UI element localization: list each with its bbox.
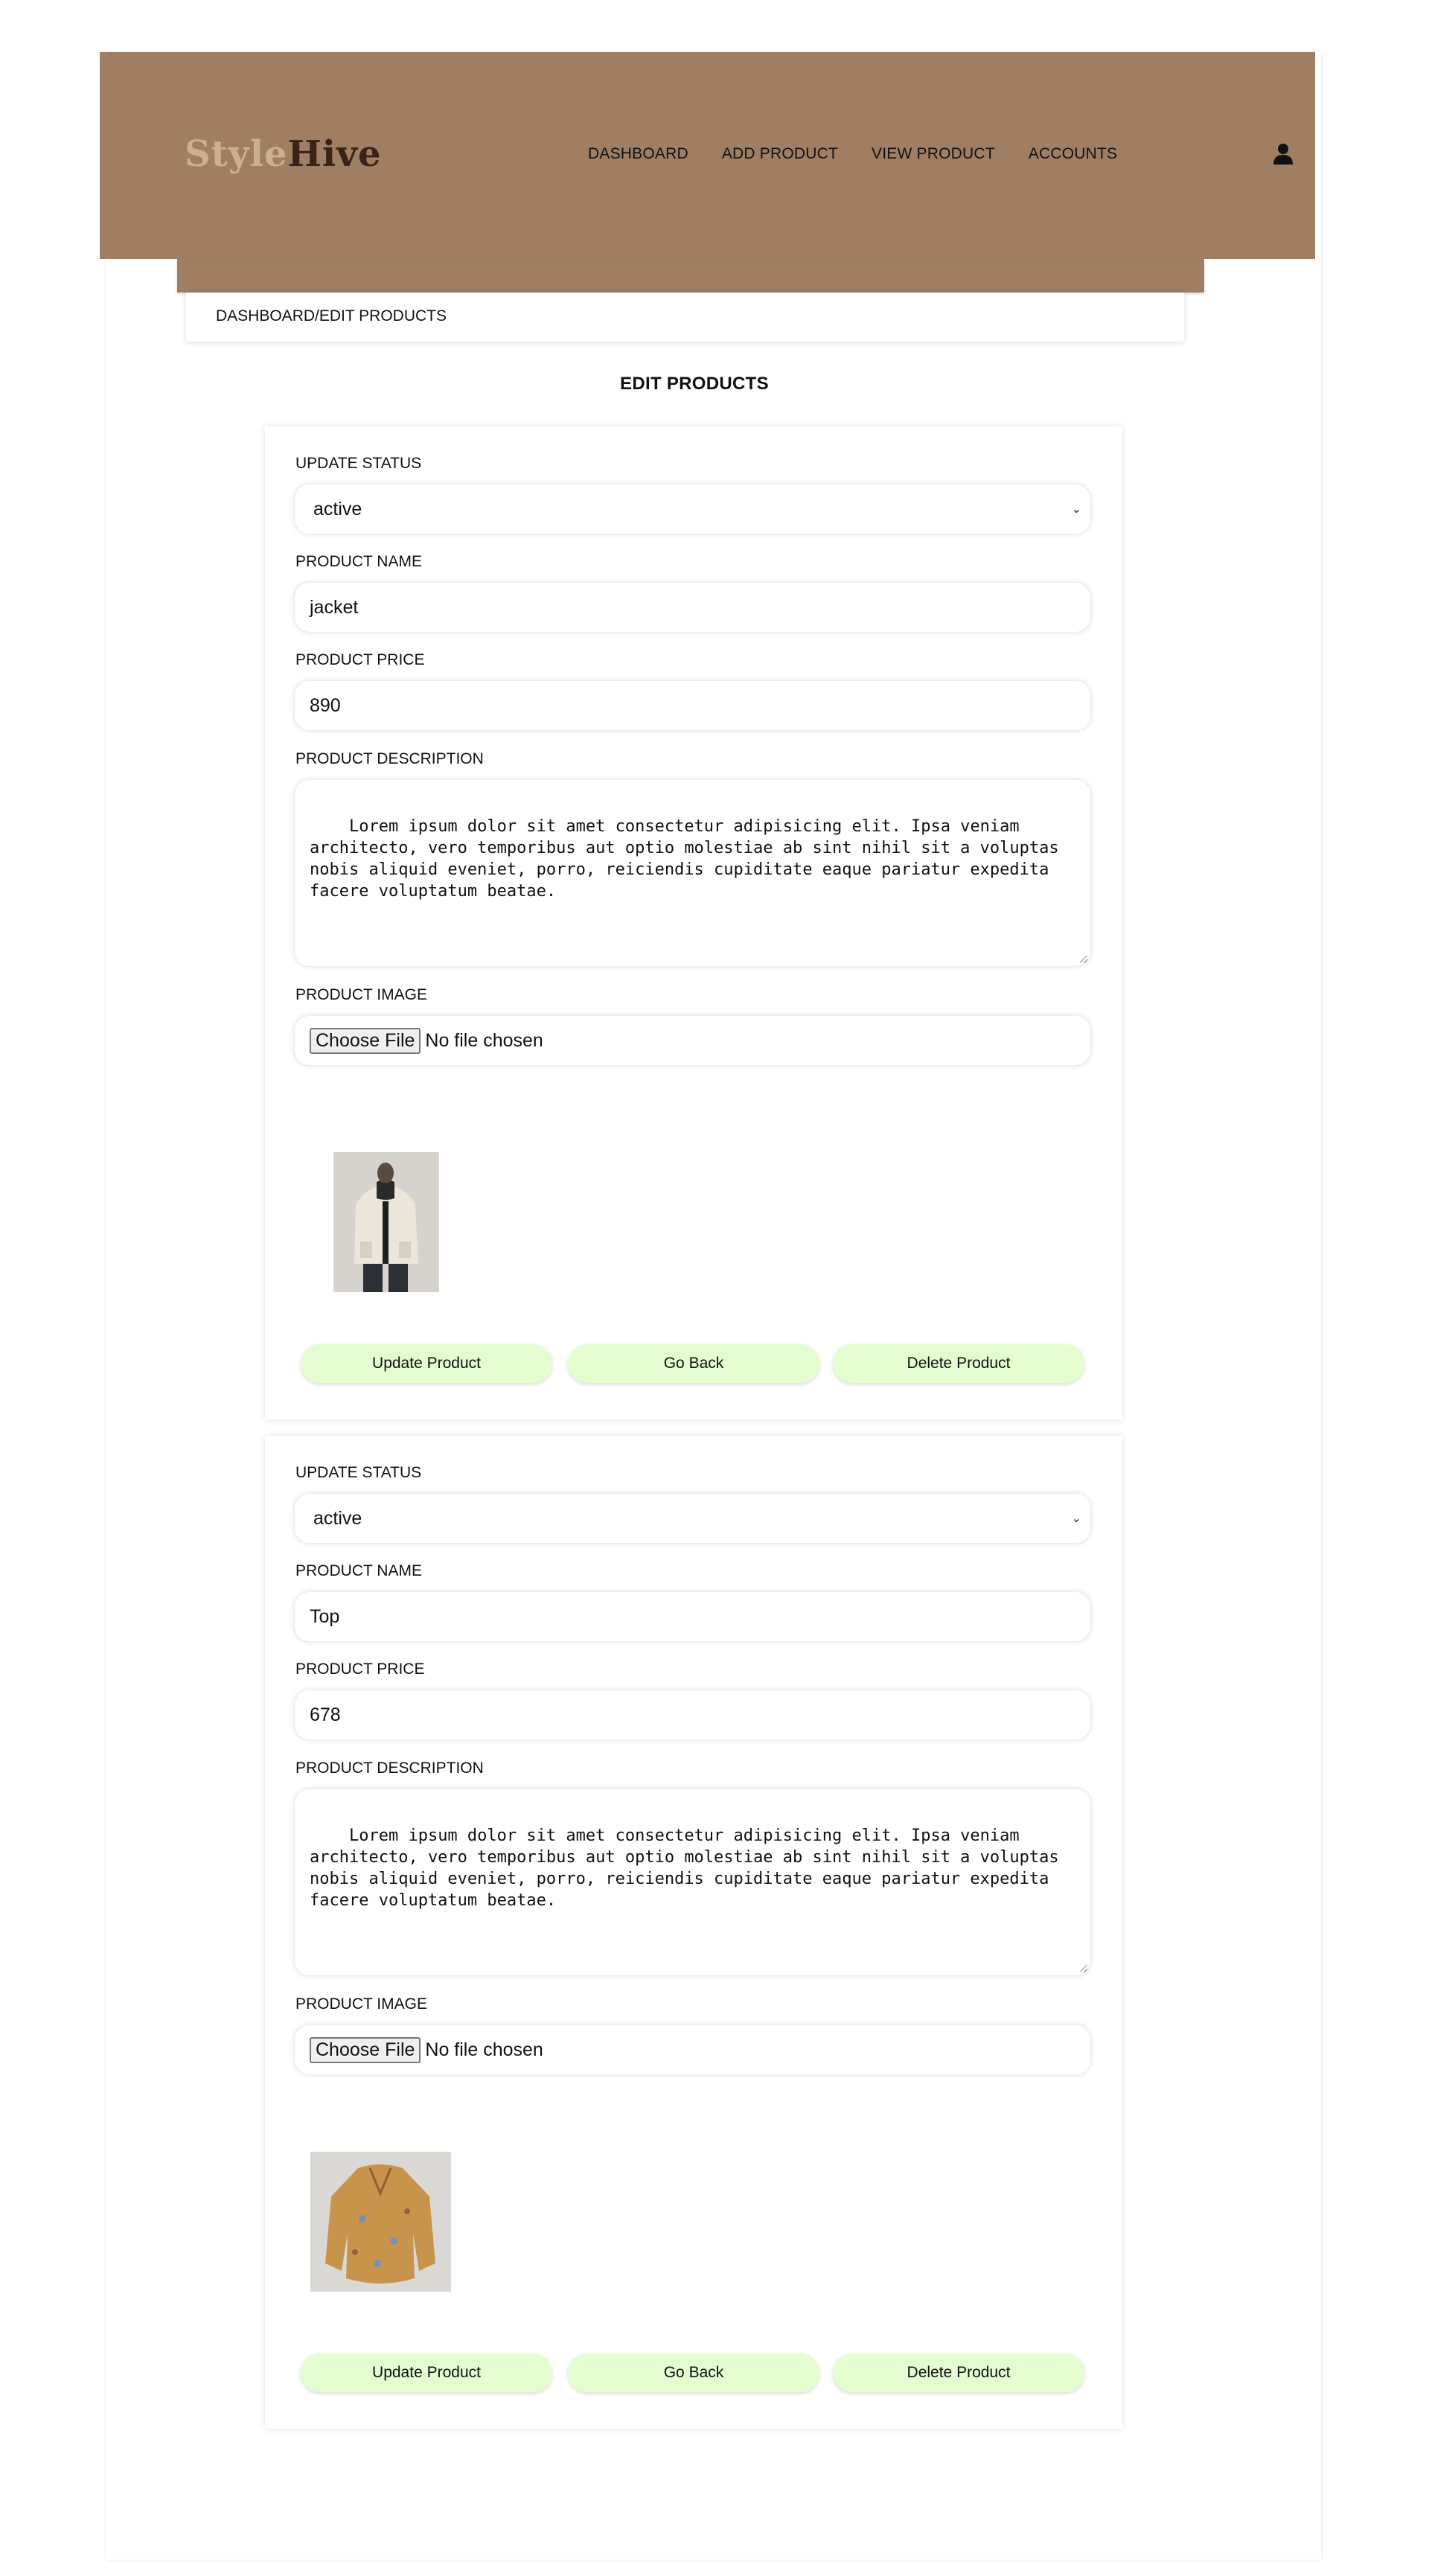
status-value: active bbox=[313, 498, 362, 520]
delete-product-button[interactable]: Delete Product bbox=[833, 2353, 1084, 2392]
page-title: EDIT PRODUCTS bbox=[620, 374, 769, 394]
name-label: PRODUCT NAME bbox=[295, 1562, 422, 1579]
nav-item-add-product[interactable]: ADD PRODUCT bbox=[722, 145, 838, 163]
delete-product-button[interactable]: Delete Product bbox=[833, 1344, 1084, 1383]
top-header: StyleHive DASHBOARD ADD PRODUCT VIEW PRO… bbox=[100, 52, 1315, 259]
chevron-down-icon: ⌄ bbox=[1071, 503, 1081, 516]
product-name-input[interactable]: Top bbox=[295, 1592, 1090, 1641]
breadcrumb: DASHBOARD/EDIT PRODUCTS bbox=[186, 293, 1184, 342]
product-image-top bbox=[310, 2152, 451, 2292]
product-image-jacket bbox=[333, 1152, 439, 1292]
update-product-button[interactable]: Update Product bbox=[301, 2353, 552, 2392]
nav-item-accounts[interactable]: ACCOUNTS bbox=[1029, 145, 1117, 163]
resize-handle[interactable] bbox=[1080, 956, 1087, 963]
choose-file-button[interactable]: Choose File bbox=[310, 2036, 421, 2063]
description-label: PRODUCT DESCRIPTION bbox=[295, 1760, 484, 1777]
product-image-file-input[interactable]: Choose File No file chosen bbox=[295, 2025, 1090, 2074]
logo[interactable]: StyleHive bbox=[185, 133, 382, 175]
logo-part-hive: Hive bbox=[287, 133, 382, 175]
description-text: Lorem ipsum dolor sit amet consectetur a… bbox=[310, 1826, 1069, 1910]
status-label: UPDATE STATUS bbox=[295, 1464, 422, 1481]
header-sub-bar bbox=[177, 259, 1204, 293]
product-price-input[interactable]: 678 bbox=[295, 1690, 1090, 1739]
product-price-input[interactable]: 890 bbox=[295, 681, 1090, 730]
go-back-button[interactable]: Go Back bbox=[568, 2353, 819, 2392]
name-label: PRODUCT NAME bbox=[295, 553, 422, 570]
status-select[interactable]: active ⌄ bbox=[295, 485, 1090, 534]
image-label: PRODUCT IMAGE bbox=[295, 986, 427, 1003]
file-status-text: No file chosen bbox=[425, 2039, 543, 2060]
description-text: Lorem ipsum dolor sit amet consectetur a… bbox=[310, 817, 1069, 901]
product-image-file-input[interactable]: Choose File No file chosen bbox=[295, 1016, 1090, 1065]
status-label: UPDATE STATUS bbox=[295, 455, 422, 472]
nav-item-dashboard[interactable]: DASHBOARD bbox=[588, 145, 688, 163]
logo-part-style: Style bbox=[185, 133, 288, 175]
file-status-text: No file chosen bbox=[425, 1029, 543, 1051]
main-nav: DASHBOARD ADD PRODUCT VIEW PRODUCT ACCOU… bbox=[588, 145, 1117, 163]
price-label: PRODUCT PRICE bbox=[295, 651, 425, 668]
go-back-button[interactable]: Go Back bbox=[568, 1344, 819, 1383]
product-edit-card: UPDATE STATUS active ⌄ PRODUCT NAME jack… bbox=[265, 426, 1122, 1419]
product-description-textarea[interactable]: Lorem ipsum dolor sit amet consectetur a… bbox=[295, 1789, 1090, 1975]
breadcrumb-text: DASHBOARD/EDIT PRODUCTS bbox=[216, 307, 447, 325]
status-value: active bbox=[313, 1507, 362, 1529]
image-label: PRODUCT IMAGE bbox=[295, 1995, 427, 2013]
user-icon[interactable] bbox=[1273, 143, 1294, 165]
update-product-button[interactable]: Update Product bbox=[301, 1344, 552, 1383]
status-select[interactable]: active ⌄ bbox=[295, 1494, 1090, 1543]
nav-item-view-product[interactable]: VIEW PRODUCT bbox=[872, 145, 995, 163]
resize-handle[interactable] bbox=[1080, 1965, 1087, 1972]
product-edit-card: UPDATE STATUS active ⌄ PRODUCT NAME Top … bbox=[265, 1436, 1122, 2429]
chevron-down-icon: ⌄ bbox=[1071, 1512, 1081, 1525]
product-name-input[interactable]: jacket bbox=[295, 583, 1090, 632]
choose-file-button[interactable]: Choose File bbox=[310, 1027, 421, 1054]
product-description-textarea[interactable]: Lorem ipsum dolor sit amet consectetur a… bbox=[295, 780, 1090, 966]
description-label: PRODUCT DESCRIPTION bbox=[295, 750, 484, 767]
price-label: PRODUCT PRICE bbox=[295, 1661, 425, 1678]
